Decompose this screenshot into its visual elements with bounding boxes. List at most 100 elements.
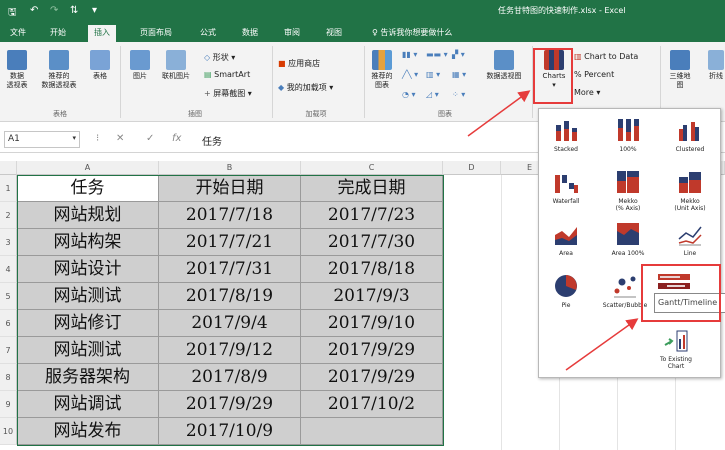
sort-icon[interactable]: ⇅ — [70, 5, 78, 16]
window-title: 任务甘特图的快速制作.xlsx - Excel — [498, 6, 626, 15]
row-header[interactable]: 3 — [0, 229, 17, 256]
mekko-percent-icon — [617, 171, 639, 193]
row-header[interactable]: 2 — [0, 202, 17, 229]
row-header[interactable]: 5 — [0, 283, 17, 310]
chart-type-pie[interactable]: Pie — [541, 273, 591, 309]
chart-type-mekko-percent[interactable]: Mekko (% Axis) — [603, 169, 653, 212]
gantt-option-highlight — [641, 264, 721, 322]
row-header[interactable]: 7 — [0, 337, 17, 364]
line-chart-icon — [678, 226, 702, 246]
table-label: 表格 — [93, 72, 107, 80]
column-header[interactable]: C — [301, 161, 443, 175]
sparkline-label: 折线 — [709, 72, 723, 80]
pivot-chart-label: 数据透视图 — [486, 72, 522, 80]
chart-type-area-100[interactable]: Area 100% — [603, 221, 653, 257]
hierarchy-chart-button[interactable]: ▞ ▾ — [452, 50, 465, 59]
scatter-chart-icon — [614, 276, 636, 298]
scatter-chart-button[interactable]: ⁘ ▾ — [452, 90, 465, 99]
tell-me-search[interactable]: ♀ 告诉我你想要做什么 — [366, 25, 458, 42]
recommended-charts-icon — [372, 50, 392, 70]
combo-chart-button[interactable]: ▦ ▾ — [452, 70, 466, 79]
recommended-charts-button[interactable]: 推荐的 图表 — [368, 50, 396, 90]
gridline — [501, 175, 502, 450]
to-existing-chart-button[interactable]: To Existing Chart — [651, 327, 701, 370]
pivot-table-label: 数据 透视表 — [6, 72, 28, 89]
row-header[interactable]: 6 — [0, 310, 17, 337]
area-chart-icon — [555, 227, 577, 245]
3d-map-button[interactable]: 三维地 图 — [664, 50, 696, 90]
column-header[interactable]: A — [17, 161, 159, 175]
row-header[interactable]: 9 — [0, 391, 17, 418]
addins-icon: ◆ — [278, 83, 287, 92]
row-header[interactable]: 4 — [0, 256, 17, 283]
name-box-dropdown-icon[interactable]: ▾ — [72, 134, 76, 142]
pivot-table-button[interactable]: 数据 透视表 — [2, 50, 32, 90]
smartart-button[interactable]: ▤ SmartArt — [204, 70, 250, 79]
name-box[interactable]: A1 ▾ — [4, 131, 80, 148]
row-header[interactable]: 10 — [0, 418, 17, 445]
more-icon: ⁝ — [96, 133, 100, 144]
pie-chart-button[interactable]: ◔ ▾ — [402, 90, 416, 99]
tab-page-layout[interactable]: 页面布局 — [134, 25, 178, 42]
undo-icon[interactable]: ↶ — [30, 5, 38, 16]
row-header[interactable]: 1 — [0, 175, 17, 202]
select-all-corner[interactable] — [0, 161, 17, 175]
store-icon: ■ — [278, 59, 289, 68]
chart-type-mekko-unit[interactable]: Mekko (Unit Axis) — [665, 169, 715, 212]
chart-type-100-percent[interactable]: 100% — [603, 117, 653, 153]
charts-dropdown: Stacked 100% Clustered Waterfall Mekko (… — [538, 108, 721, 378]
sparkline-line-button[interactable]: 折线 — [704, 50, 725, 81]
percent-button[interactable]: % Percent — [574, 70, 614, 79]
shapes-button[interactable]: ◇ 形状 ▾ — [204, 52, 235, 63]
chart-type-line[interactable]: Line — [665, 221, 715, 257]
chart-type-stacked[interactable]: Stacked — [541, 117, 591, 153]
group-charts-label: 图表 — [438, 110, 452, 118]
pictures-button[interactable]: 图片 — [126, 50, 154, 81]
tab-file[interactable]: 文件 — [4, 25, 32, 42]
tab-data[interactable]: 数据 — [236, 25, 264, 42]
insert-function-button[interactable]: fx — [172, 133, 181, 144]
waterfall-chart-icon — [555, 175, 578, 193]
tab-formulas[interactable]: 公式 — [194, 25, 222, 42]
tab-view[interactable]: 视图 — [320, 25, 348, 42]
bar-chart-button[interactable]: ▬▬ ▾ — [426, 50, 448, 59]
customize-qat-icon[interactable]: ▾ — [92, 5, 97, 16]
chart-to-data-icon: ▥ — [574, 52, 585, 61]
group-tables-label: 表格 — [53, 110, 67, 118]
chart-type-area[interactable]: Area — [541, 221, 591, 257]
column-header[interactable]: D — [443, 161, 501, 175]
column-chart-button[interactable]: ▮▮ ▾ — [402, 50, 417, 59]
line-chart-button[interactable]: ╱╲ ▾ — [402, 70, 418, 79]
table-button[interactable]: 表格 — [86, 50, 114, 81]
area-100-chart-icon — [617, 223, 639, 245]
cancel-icon[interactable]: ✕ — [116, 133, 124, 144]
to-existing-chart-icon — [664, 330, 688, 352]
statistic-chart-button[interactable]: ▥ ▾ — [426, 70, 440, 79]
chart-type-waterfall[interactable]: Waterfall — [541, 169, 591, 205]
pictures-label: 图片 — [133, 72, 147, 80]
chart-type-clustered[interactable]: Clustered — [665, 117, 715, 153]
area-chart-button[interactable]: ◿ ▾ — [426, 90, 439, 99]
clustered-chart-icon — [679, 122, 699, 141]
enter-icon[interactable]: ✓ — [146, 133, 154, 144]
column-header[interactable]: B — [159, 161, 301, 175]
save-icon[interactable]: 🖫 — [8, 5, 17, 22]
redo-icon[interactable]: ↷ — [50, 5, 58, 16]
tab-home[interactable]: 开始 — [44, 25, 72, 42]
chart-to-data-button[interactable]: ▥ Chart to Data — [574, 52, 638, 61]
3d-map-label: 三维地 图 — [669, 72, 691, 89]
pivot-chart-button[interactable]: 数据透视图 — [480, 50, 528, 81]
percent-chart-icon — [618, 119, 639, 141]
group-addins-label: 加载项 — [305, 110, 327, 118]
globe-icon — [670, 50, 690, 70]
online-pictures-button[interactable]: 联机图片 — [156, 50, 196, 81]
row-header[interactable]: 8 — [0, 364, 17, 391]
store-button[interactable]: ■ 应用商店 — [278, 58, 320, 69]
screenshot-button[interactable]: + 屏幕截图 ▾ — [204, 88, 252, 99]
recommended-pivot-button[interactable]: 推荐的 数据透视表 — [34, 50, 84, 90]
tab-insert[interactable]: 插入 — [88, 25, 116, 42]
formula-input[interactable]: 任务 — [202, 133, 222, 148]
my-addins-button[interactable]: ◆ 我的加载项 ▾ — [278, 82, 333, 93]
more-button[interactable]: More ▾ — [574, 88, 600, 97]
tab-review[interactable]: 审阅 — [278, 25, 306, 42]
